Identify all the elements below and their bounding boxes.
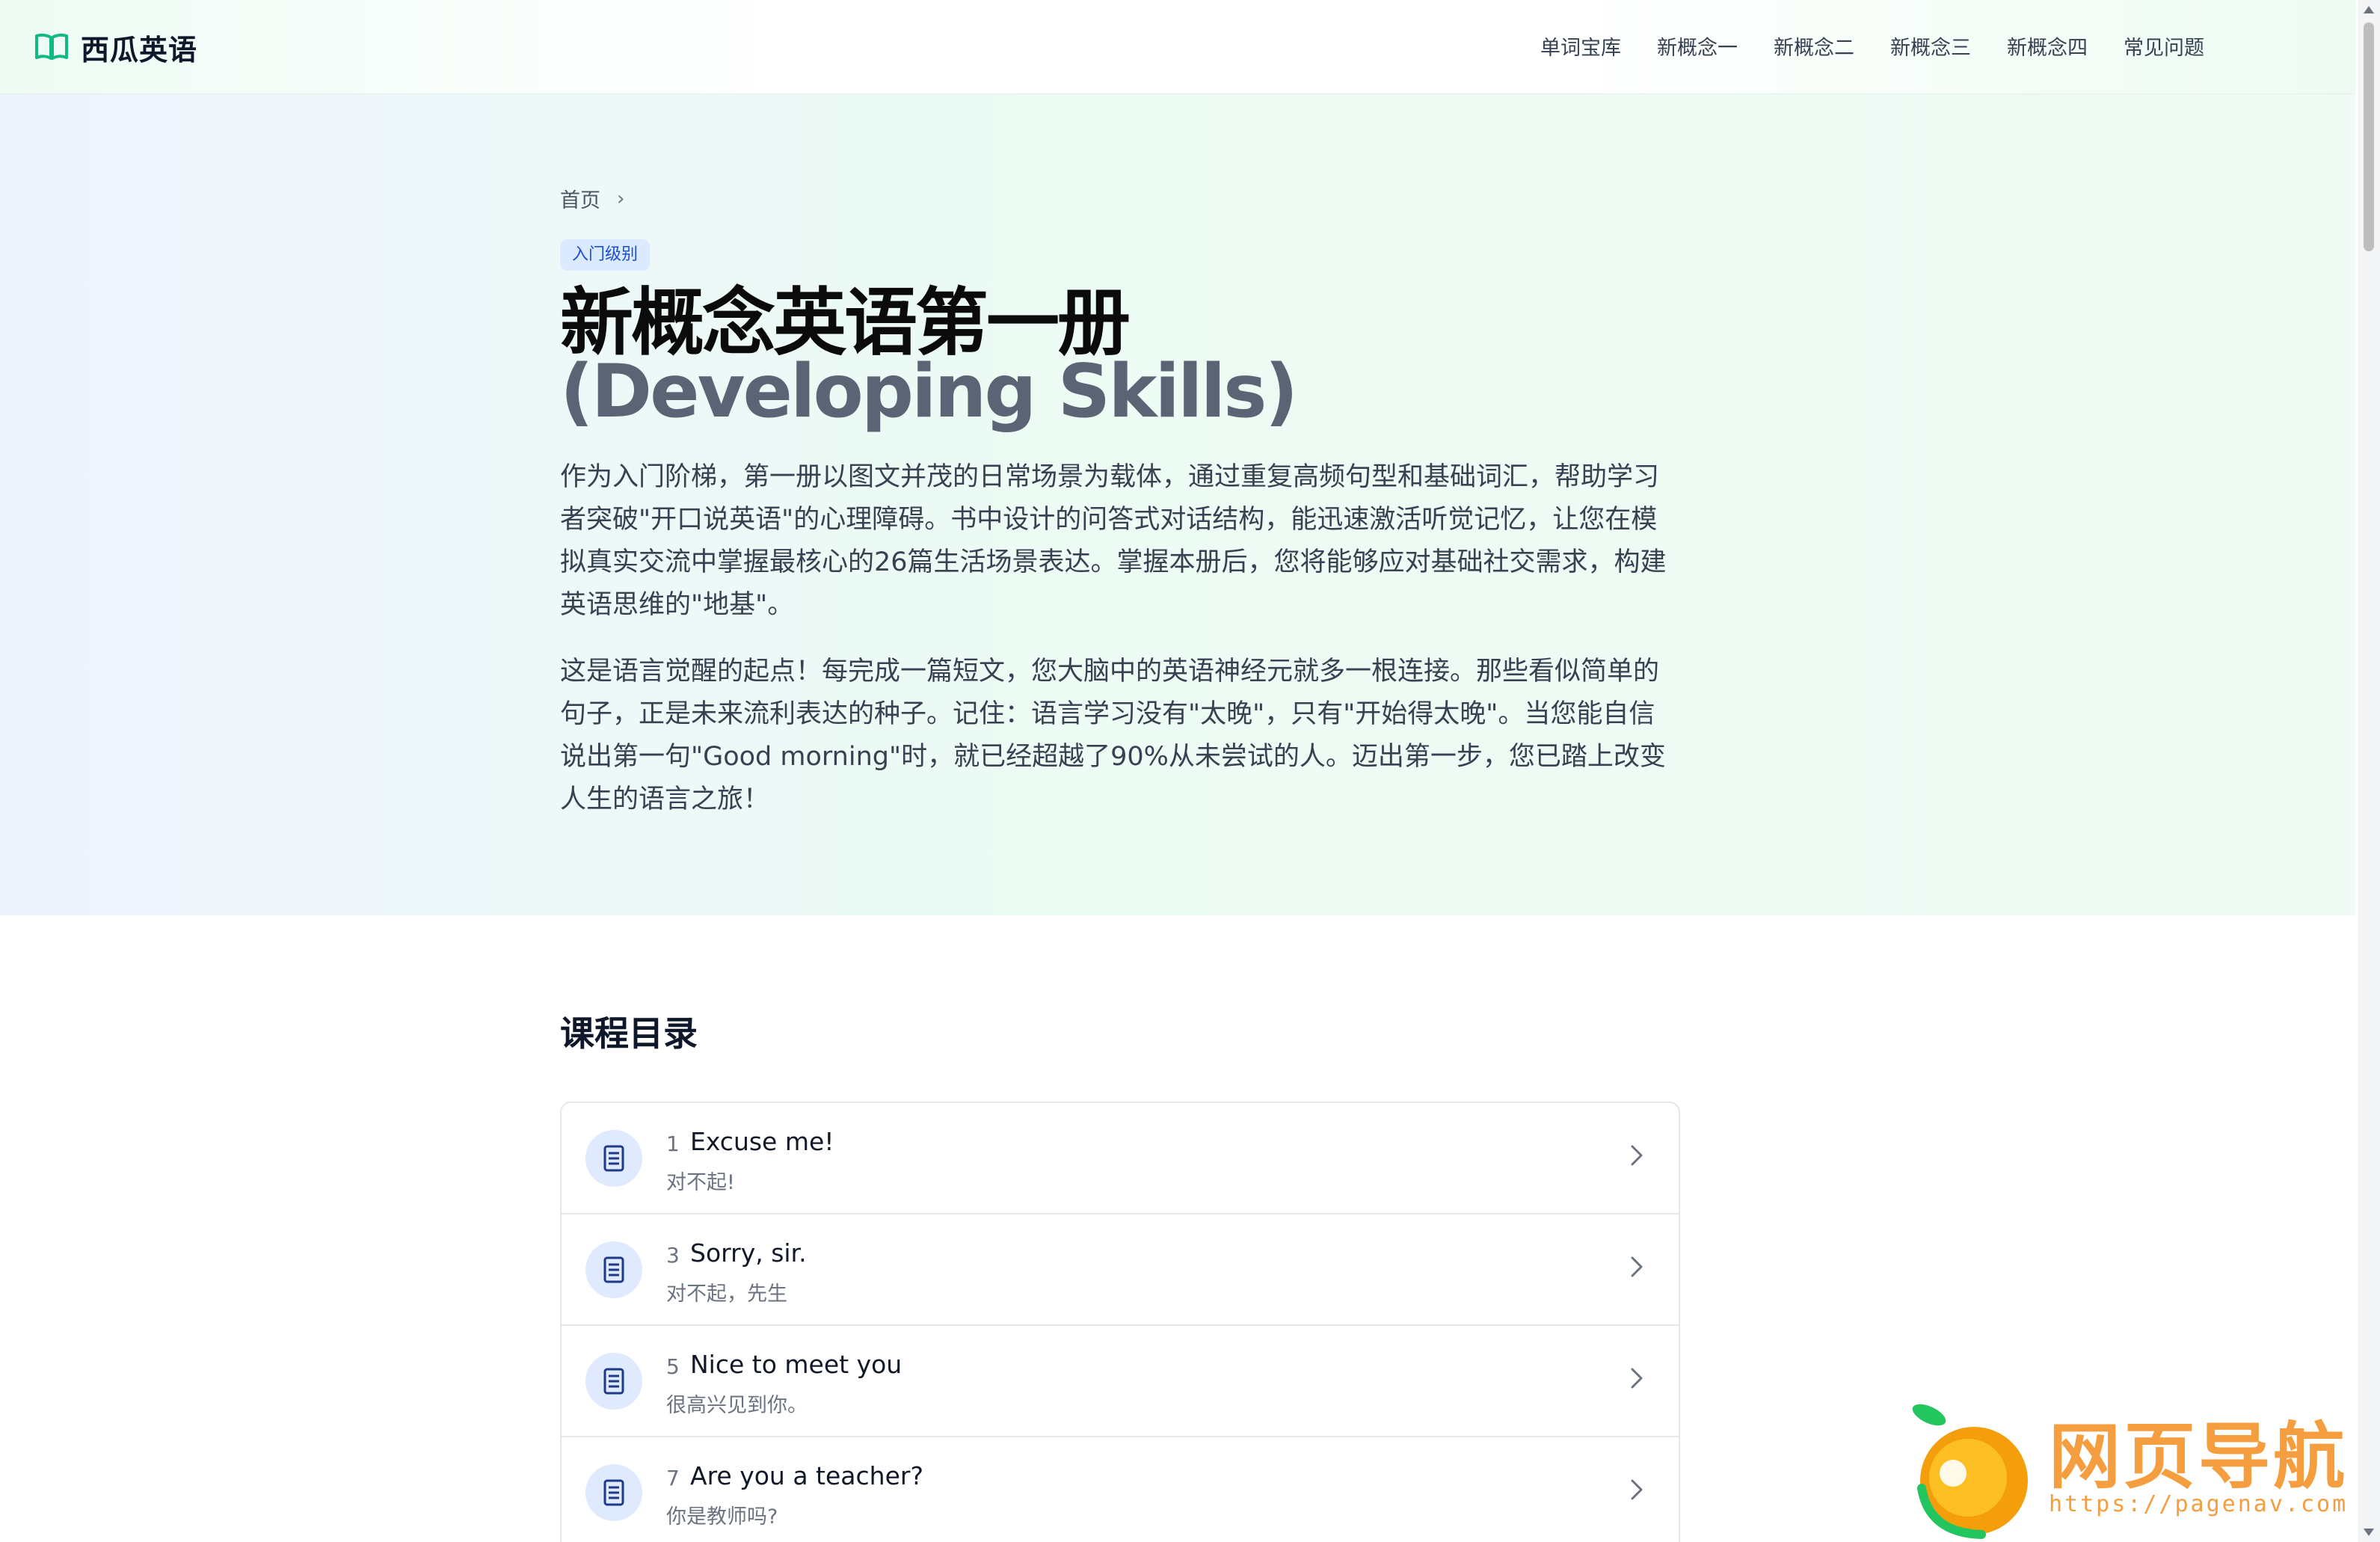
- nav-item-faq[interactable]: 常见问题: [2124, 31, 2204, 61]
- description-paragraph-2: 这是语言觉醒的起点！每完成一篇短文，您大脑中的英语神经元就多一根连接。那些看似简…: [560, 657, 1666, 814]
- top-header: 西瓜英语 单词宝库 新概念一 新概念二 新概念三 新概念四 常见问题: [0, 0, 2355, 94]
- vertical-scrollbar[interactable]: [2358, 0, 2380, 1542]
- logo-text: 西瓜英语: [81, 33, 198, 67]
- chevron-right-icon: [1631, 1368, 1643, 1389]
- lesson-document-icon: [585, 1464, 642, 1521]
- lesson-document-icon: [585, 1130, 642, 1187]
- chevron-right-icon: [1631, 1145, 1643, 1166]
- nav-item-nce-4[interactable]: 新概念四: [2007, 31, 2088, 61]
- lesson-title: Sorry, sir.: [690, 1238, 807, 1268]
- lesson-subtitle: 很高兴见到你。: [666, 1394, 808, 1417]
- description-paragraph-1: 作为入门阶梯，第一册以图文并茂的日常场景为载体，通过重复高频句型和基础词汇，帮助…: [560, 462, 1667, 620]
- breadcrumb-home-link[interactable]: 首页: [560, 184, 600, 213]
- page: 西瓜英语 单词宝库 新概念一 新概念二 新概念三 新概念四 常见问题 首页 › …: [0, 0, 2380, 1542]
- nav-item-vocabulary[interactable]: 单词宝库: [1540, 31, 1621, 61]
- lesson-subtitle: 对不起!: [666, 1171, 735, 1194]
- nav-item-nce-1[interactable]: 新概念一: [1657, 31, 1738, 61]
- chevron-right-icon: [1631, 1256, 1643, 1277]
- lesson-subtitle: 对不起，先生: [666, 1283, 787, 1306]
- title-english: (Developing Skills): [560, 349, 1298, 434]
- level-badge: 入门级别: [560, 239, 651, 271]
- scroll-up-arrow-icon[interactable]: [2362, 4, 2376, 15]
- lesson-item[interactable]: 5 Nice to meet you 很高兴见到你。: [562, 1326, 1679, 1437]
- lesson-number: 1: [666, 1131, 680, 1156]
- nav-item-nce-2[interactable]: 新概念二: [1774, 31, 1854, 61]
- chevron-right-icon: ›: [617, 187, 625, 210]
- book-open-icon: [35, 33, 68, 60]
- orange-fruit-icon: [1912, 1404, 2028, 1539]
- watermark-text: 网页导航: [2049, 1415, 2348, 1499]
- lesson-document-icon: [585, 1241, 642, 1298]
- scroll-down-arrow-icon[interactable]: [2362, 1527, 2376, 1538]
- lesson-number: 7: [666, 1466, 680, 1490]
- lesson-title: Excuse me!: [690, 1127, 834, 1156]
- breadcrumb: 首页 ›: [560, 184, 1682, 213]
- lesson-item[interactable]: 3 Sorry, sir. 对不起，先生: [562, 1214, 1679, 1326]
- page-title: 新概念英语第一册 (Developing Skills): [560, 286, 1607, 428]
- lesson-item[interactable]: 7 Are you a teacher? 你是教师吗?: [562, 1437, 1679, 1542]
- lesson-list: 1 Excuse me! 对不起! 3 Sorry, sir. 对不起，先生 5…: [560, 1102, 1680, 1542]
- logo[interactable]: 西瓜英语: [34, 28, 198, 67]
- lesson-number: 3: [666, 1243, 680, 1268]
- lesson-number: 5: [666, 1354, 680, 1379]
- lesson-title: Are you a teacher?: [690, 1461, 923, 1490]
- scrollbar-thumb[interactable]: [2364, 22, 2374, 251]
- chevron-right-icon: [1631, 1479, 1643, 1500]
- lesson-item[interactable]: 1 Excuse me! 对不起!: [562, 1103, 1679, 1214]
- lesson-title: Nice to meet you: [690, 1350, 903, 1379]
- watermark-url: https://pagenav.com: [2049, 1491, 2349, 1517]
- lesson-subtitle: 你是教师吗?: [666, 1505, 778, 1529]
- catalog-title: 课程目录: [560, 1013, 698, 1054]
- lesson-document-icon: [585, 1353, 642, 1410]
- watermark: 网页导航 https://pagenav.com: [1899, 1398, 2355, 1542]
- hero-section: 首页 › 入门级别 新概念英语第一册 (Developing Skills) 作…: [0, 94, 2355, 915]
- main-nav: 单词宝库 新概念一 新概念二 新概念三 新概念四 常见问题: [1540, 31, 2240, 61]
- nav-item-nce-3[interactable]: 新概念三: [1890, 31, 1971, 61]
